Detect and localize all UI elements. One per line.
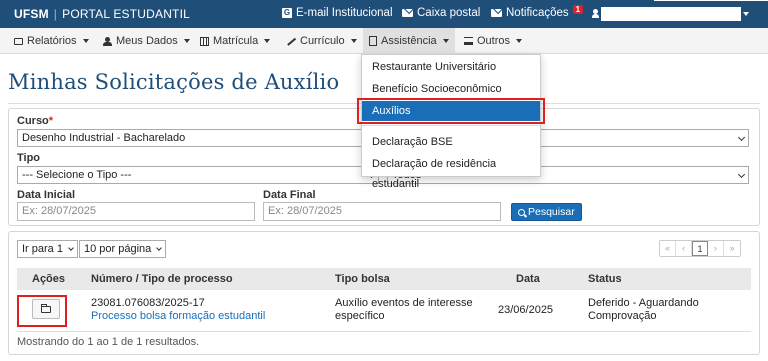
menu-matricula[interactable]: Matrícula [194, 28, 276, 54]
email-institucional-link[interactable]: G E-mail Institucional [282, 7, 393, 19]
col-data: Data [516, 273, 540, 285]
table-header: Ações Número / Tipo de processo Tipo bol… [17, 268, 751, 290]
status-line2: Comprovação [588, 310, 657, 322]
tipo-select[interactable]: --- Selecione o Tipo --- [17, 166, 379, 184]
curso-value: Desenho Industrial - Bacharelado [22, 132, 186, 144]
top-navbar: UFSM | PORTAL ESTUDANTIL G E-mail Instituci… [0, 0, 768, 28]
menu-label: Outros [477, 35, 511, 47]
menu-meus-dados[interactable]: Meus Dados [97, 28, 196, 54]
brand-ufsm: UFSM [14, 7, 49, 21]
portal-brand[interactable]: UFSM | PORTAL ESTUDANTIL [14, 7, 190, 21]
per-page-select[interactable]: 10 por página [79, 240, 167, 258]
main-menu: Relatórios Meus Dados Matrícula Currícul… [0, 28, 768, 54]
caixa-label: Caixa postal [417, 7, 481, 19]
data-final-label: Data Final [263, 189, 316, 201]
row-date: 23/06/2025 [498, 304, 554, 316]
results-panel: Ir para 1 10 por página « ‹ 1 › » Ações … [8, 231, 760, 355]
tipo-label: Tipo [17, 152, 41, 164]
col-acoes: Ações [32, 273, 66, 285]
brand-separator: | [53, 7, 58, 21]
last-page-button[interactable]: » [724, 241, 740, 256]
user-icon [592, 9, 599, 18]
chevron-down-icon [68, 245, 74, 251]
sitemap-icon [464, 36, 473, 46]
caret-down-icon [516, 39, 523, 43]
table-icon [200, 36, 209, 46]
dd-restaurante[interactable]: Restaurante Universitário [362, 57, 540, 77]
page-title: Minhas Solicitações de Auxílio [8, 70, 340, 94]
menu-label: Relatórios [27, 35, 77, 47]
process-number: 23081.076083/2025-17 [91, 297, 205, 309]
menu-label: Currículo [300, 35, 345, 47]
data-inicial-label: Data Inicial [17, 189, 76, 201]
caret-down-icon [264, 39, 271, 43]
curso-label-text: Curso [17, 115, 49, 127]
chevron-down-icon [737, 133, 746, 142]
envelope-icon [402, 9, 413, 17]
data-final-input[interactable]: Ex: 28/07/2025 [263, 202, 501, 221]
process-type-link[interactable]: Processo bolsa formação estudantil [91, 310, 265, 323]
prev-page-button[interactable]: ‹ [676, 241, 692, 256]
print-icon [14, 37, 23, 45]
ir-para-select[interactable]: Ir para 1 [17, 240, 78, 258]
google-icon: G [282, 8, 292, 18]
chevron-down-icon [737, 170, 746, 179]
pesquisar-button[interactable]: Pesquisar [511, 203, 582, 221]
top-edge-line [654, 0, 768, 1]
notification-badge: 1 [572, 4, 584, 14]
col-status: Status [588, 273, 622, 285]
search-icon [518, 208, 525, 216]
highlight-auxilios-box [357, 98, 545, 124]
caret-down-icon [350, 39, 357, 43]
menu-label: Matrícula [213, 35, 259, 47]
caret-down-icon [183, 39, 190, 43]
notificacoes-link[interactable]: Notificações 1 [491, 4, 584, 19]
menu-label: Meus Dados [116, 35, 178, 47]
menu-outros[interactable]: Outros [458, 28, 528, 54]
dd-beneficio[interactable]: Benefício Socioeconômico [362, 79, 540, 99]
status-line1: Deferido - Aguardando [588, 297, 699, 309]
required-marker: * [48, 115, 54, 127]
ir-para-value: Ir para 1 [22, 243, 63, 255]
tipo-bolsa-line2: específico [335, 310, 385, 322]
results-summary: Mostrando do 1 ao 1 de 1 resultados. [17, 336, 200, 348]
menu-assistencia[interactable]: Assistência [363, 28, 455, 54]
user-caret-icon[interactable] [743, 12, 749, 16]
per-page-value: 10 por página [84, 243, 152, 255]
email-label: E-mail Institucional [296, 7, 393, 19]
dd-divider [362, 125, 540, 126]
file-icon [369, 36, 377, 46]
curso-label: Curso* [17, 115, 53, 127]
notificacoes-label: Notificações [506, 7, 569, 19]
pencil-icon [285, 36, 297, 46]
caret-down-icon [82, 39, 89, 43]
dd-declaracao-residencia[interactable]: Declaração de residência estudantil [362, 154, 540, 190]
menu-curriculo[interactable]: Currículo [280, 28, 363, 54]
tipo-bolsa-line1: Auxílio eventos de interesse [335, 297, 473, 309]
next-page-button[interactable]: › [708, 241, 724, 256]
dd-declaracao-bse[interactable]: Declaração BSE [362, 132, 540, 152]
caixa-postal-link[interactable]: Caixa postal [402, 7, 480, 19]
tipo-value: --- Selecione o Tipo --- [22, 169, 132, 181]
pagination: « ‹ 1 › » [659, 240, 741, 257]
menu-label: Assistência [381, 35, 437, 47]
chevron-down-icon [156, 245, 163, 251]
table-row: 23081.076083/2025-17 Processo bolsa form… [17, 290, 751, 332]
page-1-button[interactable]: 1 [692, 241, 708, 256]
first-page-button[interactable]: « [660, 241, 676, 256]
data-inicial-input[interactable]: Ex: 28/07/2025 [17, 202, 255, 221]
caret-down-icon [442, 39, 449, 43]
user-name-redacted[interactable] [601, 7, 741, 21]
highlight-action-box [17, 295, 67, 327]
user-icon [103, 36, 112, 46]
pesquisar-label: Pesquisar [528, 206, 575, 218]
menu-relatorios[interactable]: Relatórios [8, 28, 95, 54]
col-tipo-bolsa: Tipo bolsa [335, 273, 390, 285]
brand-portal: PORTAL ESTUDANTIL [62, 7, 190, 21]
col-numero: Número / Tipo de processo [91, 273, 233, 285]
envelope-icon [491, 9, 502, 17]
